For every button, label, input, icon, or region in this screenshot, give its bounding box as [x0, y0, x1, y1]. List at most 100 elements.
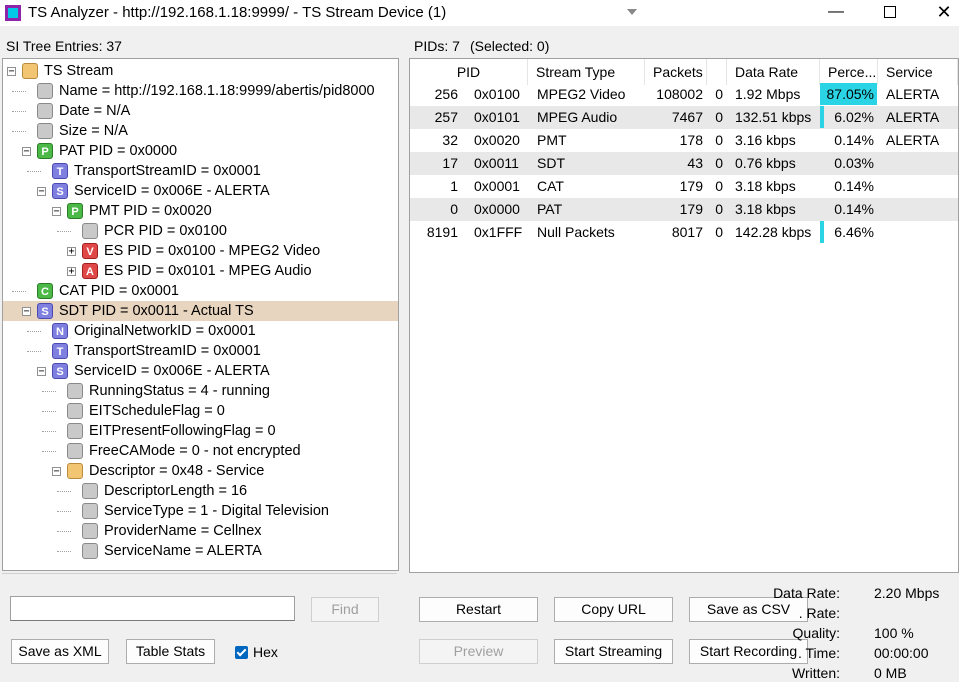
service-cell: ALERTA: [886, 86, 940, 102]
tree-node-label: CAT PID = 0x0001: [59, 283, 179, 299]
find-input[interactable]: [10, 596, 295, 621]
tree-node[interactable]: − P PAT PID = 0x0000: [3, 141, 398, 161]
tree-node-label: ServiceType = 1 - Digital Television: [104, 503, 329, 519]
maximize-button[interactable]: [867, 0, 913, 26]
tree-node[interactable]: + A ES PID = 0x0101 - MPEG Audio: [3, 261, 398, 281]
pid-table[interactable]: PID Stream Type Packets Data Rate Perce.…: [409, 58, 959, 573]
expand-icon[interactable]: +: [67, 247, 76, 257]
collapse-icon[interactable]: −: [52, 207, 61, 217]
percent-cell: 0.14%: [820, 198, 878, 221]
collapse-icon[interactable]: −: [52, 467, 61, 477]
restart-button[interactable]: Restart: [419, 597, 538, 622]
table-row[interactable]: 1 0x0001 CAT 179 0 3.18 kbps 0.14%: [410, 175, 958, 198]
maximize-icon: [884, 5, 896, 18]
tree-node[interactable]: + V ES PID = 0x0100 - MPEG2 Video: [3, 241, 398, 261]
tree-node[interactable]: FreeCAMode = 0 - not encrypted: [3, 441, 398, 461]
tree-node[interactable]: EITPresentFollowingFlag = 0: [3, 421, 398, 441]
table-row[interactable]: 257 0x0101 MPEG Audio 7467 0 132.51 kbps ALERT…: [410, 106, 958, 129]
service-cell: [886, 152, 958, 175]
packets-cell: 179: [679, 201, 703, 217]
tree-node-label: EITPresentFollowingFlag = 0: [89, 423, 276, 439]
tree-node[interactable]: − TS Stream: [3, 61, 398, 81]
tree-node[interactable]: ServiceName = ALERTA: [3, 541, 398, 561]
column-header-service[interactable]: Service: [878, 59, 958, 85]
table-row[interactable]: 0 0x0000 PAT 179 0 3.18 kbps 0.14%: [410, 198, 958, 221]
collapse-icon[interactable]: −: [22, 307, 31, 317]
tree-node[interactable]: C CAT PID = 0x0001: [3, 281, 398, 301]
data-rate-cell: 3.18 kbps: [735, 178, 796, 194]
collapse-icon[interactable]: −: [37, 187, 46, 197]
column-header-cc[interactable]: [707, 59, 727, 85]
copy-url-button[interactable]: Copy URL: [554, 597, 673, 622]
tree-node-label: ServiceID = 0x006E - ALERTA: [74, 363, 270, 379]
node-type-icon: S: [52, 183, 68, 199]
tree-node[interactable]: Date = N/A: [3, 101, 398, 121]
find-button[interactable]: Find: [311, 597, 379, 622]
column-header-pid[interactable]: PID: [410, 59, 528, 85]
tree-node[interactable]: Name = http://192.168.1.18:9999/abertis/…: [3, 81, 398, 101]
percent-value: 6.02%: [834, 109, 874, 125]
percent-value: 0.14%: [834, 132, 874, 148]
tree-node[interactable]: Size = N/A: [3, 121, 398, 141]
table-row[interactable]: 32 0x0020 PMT 178 0 3.16 kbps ALERTA 0.14%: [410, 129, 958, 152]
tree-node-label: Size = N/A: [59, 123, 128, 139]
tree-node[interactable]: − S SDT PID = 0x0011 - Actual TS: [3, 301, 398, 321]
tree-node[interactable]: − Descriptor = 0x48 - Service: [3, 461, 398, 481]
hex-checkbox[interactable]: [235, 646, 248, 659]
table-stats-button[interactable]: Table Stats: [126, 639, 215, 664]
save-as-xml-button[interactable]: Save as XML: [11, 639, 109, 664]
percent-cell: 0.03%: [820, 152, 878, 175]
pid-hex-cell: 0x0000: [474, 201, 520, 217]
packets-cell: 43: [687, 155, 703, 171]
tree-connector: [42, 451, 56, 452]
tree-node[interactable]: − S ServiceID = 0x006E - ALERTA: [3, 361, 398, 381]
node-type-icon: T: [52, 163, 68, 179]
percent-value: 6.46%: [834, 224, 874, 240]
column-header-percent[interactable]: Perce...: [820, 59, 878, 85]
tree-node[interactable]: − S ServiceID = 0x006E - ALERTA: [3, 181, 398, 201]
column-header-stream-type[interactable]: Stream Type: [528, 59, 645, 85]
tree-node-label: RunningStatus = 4 - running: [89, 383, 270, 399]
tree-node[interactable]: DescriptorLength = 16: [3, 481, 398, 501]
si-tree[interactable]: − TS Stream Name = http://192.168.1.18:999…: [2, 58, 399, 571]
collapse-icon[interactable]: −: [7, 67, 16, 77]
minimize-button[interactable]: —: [813, 0, 859, 26]
panel-splitter[interactable]: [400, 58, 406, 682]
stat-label: Written:: [792, 665, 840, 681]
tree-node[interactable]: − P PMT PID = 0x0020: [3, 201, 398, 221]
cc-cell: 0: [715, 132, 723, 148]
table-row[interactable]: 8191 0x1FFF Null Packets 8017 0 142.28 kbps 6.…: [410, 221, 958, 244]
tree-node[interactable]: EITScheduleFlag = 0: [3, 401, 398, 421]
tree-node[interactable]: T TransportStreamID = 0x0001: [3, 161, 398, 181]
field-icon: [37, 123, 53, 139]
tree-connector: [12, 111, 26, 112]
packets-cell: 8017: [671, 224, 703, 240]
column-header-packets[interactable]: Packets: [645, 59, 707, 85]
tree-node[interactable]: ProviderName = Cellnex: [3, 521, 398, 541]
expand-icon[interactable]: +: [67, 267, 76, 277]
tree-node[interactable]: PCR PID = 0x0100: [3, 221, 398, 241]
pid-cell: 1: [450, 178, 458, 194]
collapse-icon[interactable]: −: [37, 367, 46, 377]
preview-button[interactable]: Preview: [419, 639, 538, 664]
close-button[interactable]: ✕: [921, 0, 959, 26]
start-streaming-button[interactable]: Start Streaming: [554, 639, 673, 664]
percent-bar: [820, 221, 824, 243]
tree-node[interactable]: T TransportStreamID = 0x0001: [3, 341, 398, 361]
table-row[interactable]: 256 0x0100 MPEG2 Video 108002 0 1.92 Mbps ALER…: [410, 83, 958, 106]
tree-connector: [12, 91, 26, 92]
collapse-icon[interactable]: −: [22, 147, 31, 157]
hex-label[interactable]: Hex: [253, 644, 278, 660]
tree-node[interactable]: N OriginalNetworkID = 0x0001: [3, 321, 398, 341]
pid-cell: 17: [442, 155, 458, 171]
node-type-icon: P: [67, 203, 83, 219]
data-rate-cell: 1.92 Mbps: [735, 86, 801, 102]
column-header-data-rate[interactable]: Data Rate: [727, 59, 820, 85]
table-row[interactable]: 17 0x0011 SDT 43 0 0.76 kbps 0.03%: [410, 152, 958, 175]
tree-node[interactable]: ServiceType = 1 - Digital Television: [3, 501, 398, 521]
data-rate-cell: 142.28 kbps: [735, 224, 812, 240]
node-type-icon: V: [82, 243, 98, 259]
pid-hex-cell: 0x1FFF: [474, 224, 523, 240]
pid-hex-cell: 0x0101: [474, 109, 520, 125]
tree-node[interactable]: RunningStatus = 4 - running: [3, 381, 398, 401]
